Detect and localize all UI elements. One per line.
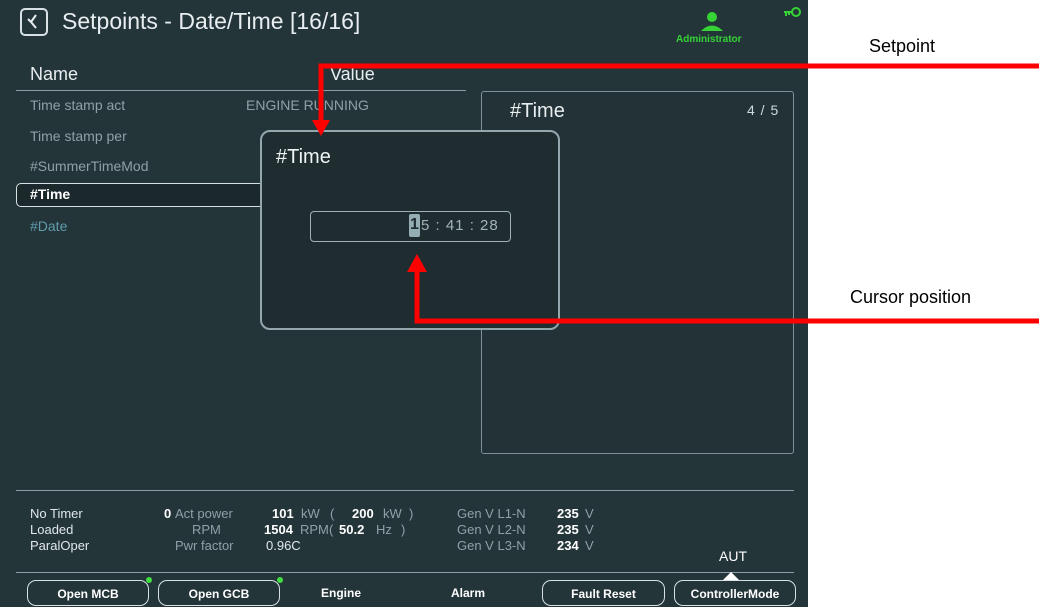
setpoint-arrow — [318, 63, 1039, 120]
cursor-arrowhead — [407, 254, 427, 272]
annotation-cursor-position: Cursor position — [850, 287, 972, 307]
annotation-setpoint: Setpoint — [869, 36, 936, 56]
setpoint-arrowhead — [312, 120, 330, 136]
